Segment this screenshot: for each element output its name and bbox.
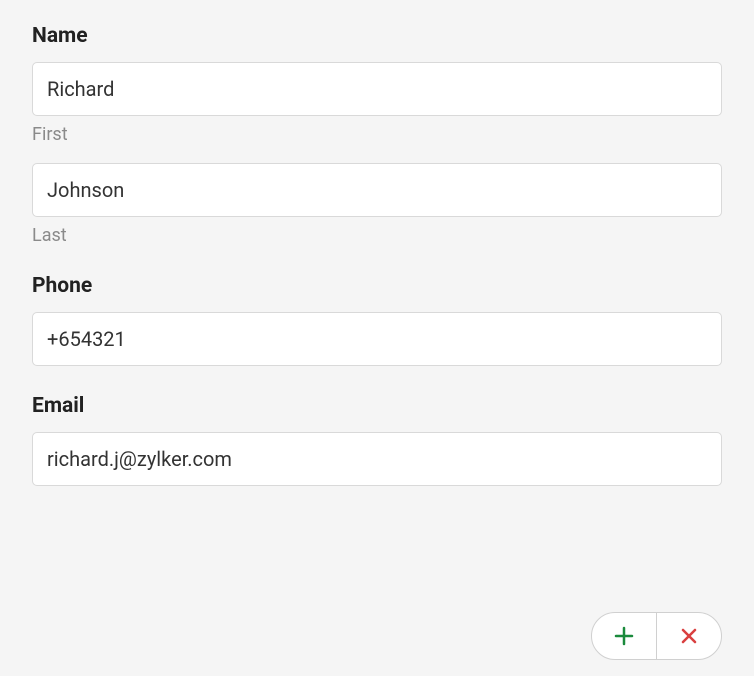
cancel-button[interactable] <box>657 613 721 659</box>
name-field-group: Name First Last <box>32 24 722 246</box>
first-name-input[interactable] <box>32 62 722 116</box>
first-name-wrap <box>32 62 722 116</box>
email-input[interactable] <box>32 432 722 486</box>
last-name-wrap <box>32 163 722 217</box>
add-button[interactable] <box>592 613 656 659</box>
last-name-input[interactable] <box>32 163 722 217</box>
first-name-sublabel: First <box>32 124 722 145</box>
phone-field-group: Phone <box>32 274 722 366</box>
action-row <box>591 612 722 660</box>
phone-input[interactable] <box>32 312 722 366</box>
phone-input-wrap <box>32 312 722 366</box>
email-field-group: Email <box>32 394 722 486</box>
name-label: Name <box>32 24 722 48</box>
email-label: Email <box>32 394 722 418</box>
action-pill <box>591 612 722 660</box>
email-input-wrap <box>32 432 722 486</box>
close-icon <box>679 626 699 646</box>
last-name-sublabel: Last <box>32 225 722 246</box>
plus-icon <box>613 625 635 647</box>
phone-label: Phone <box>32 274 722 298</box>
